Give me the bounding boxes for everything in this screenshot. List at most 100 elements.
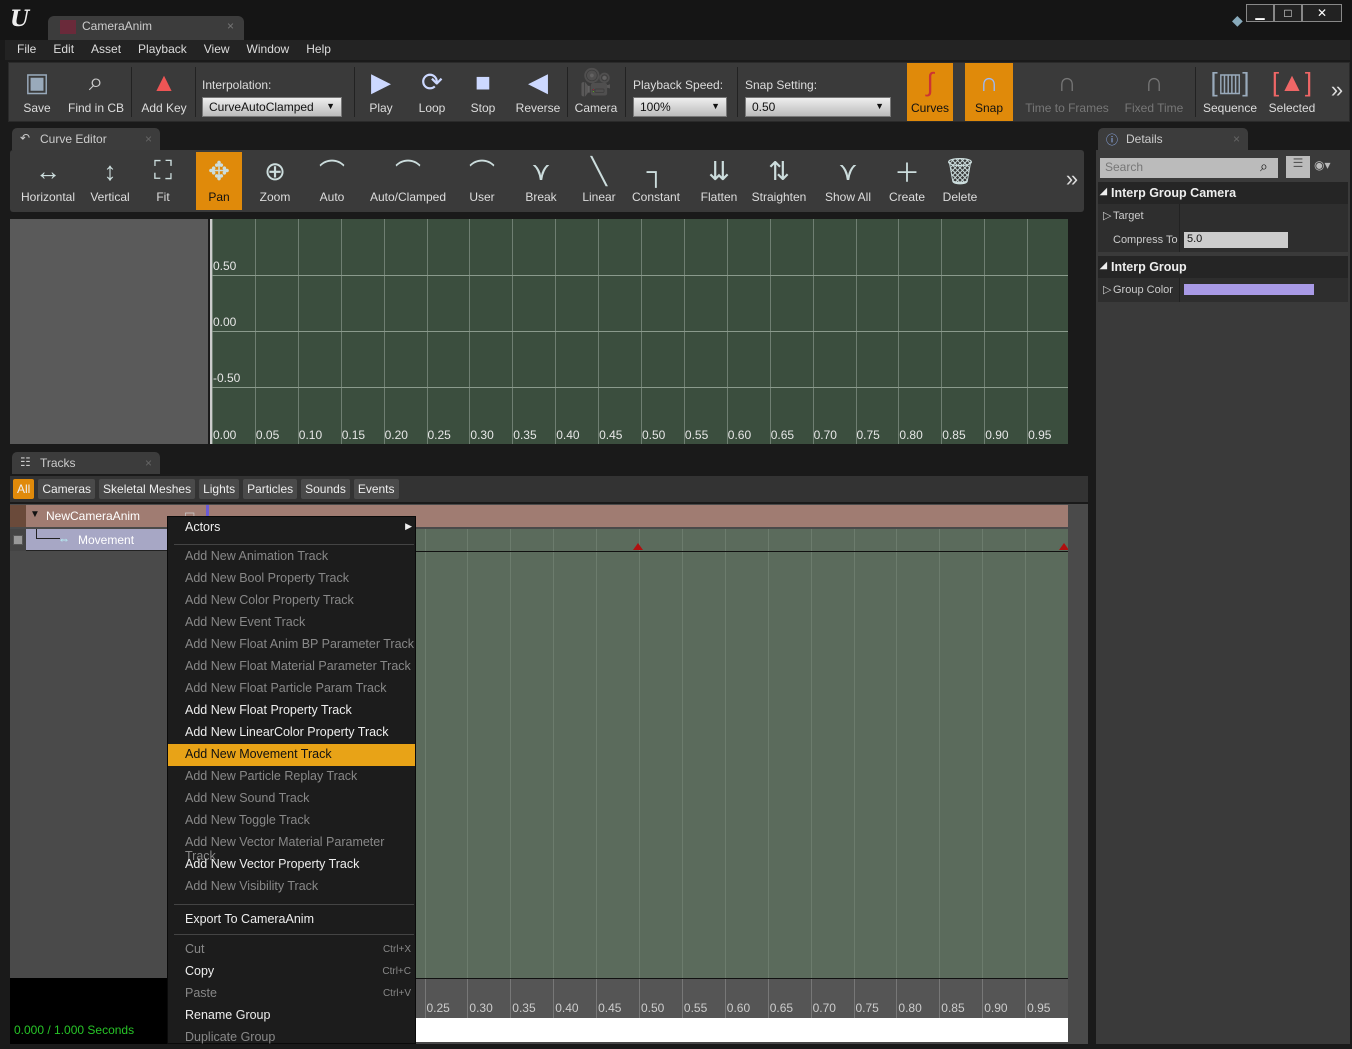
curve-toolbar-overflow[interactable]: » xyxy=(1062,166,1082,224)
tool-user[interactable]: ⌒ User xyxy=(462,152,502,210)
menu-item[interactable]: Add New Movement Track xyxy=(168,744,415,766)
menu-item[interactable]: Add New Animation Track xyxy=(168,546,415,568)
loop-button[interactable]: ⟳ Loop xyxy=(409,63,455,121)
snap-toggle[interactable]: ∩ Snap xyxy=(965,63,1013,121)
curve-graph[interactable]: 0.00 0.05 0.10 0.15 0.20 0.25 0.30 0.35 0.40 0.45… xyxy=(210,219,1068,444)
close-curve-editor-button[interactable]: × xyxy=(145,132,152,146)
playback-speed-dropdown[interactable]: 100% xyxy=(633,97,727,117)
filter-events[interactable]: Events xyxy=(353,479,399,499)
tool-fit[interactable]: ⛶ Fit xyxy=(146,152,180,210)
selected-button[interactable]: [▲] Selected xyxy=(1265,63,1319,121)
menu-item[interactable]: Add New Float Anim BP Parameter Track xyxy=(168,634,415,656)
tool-vertical[interactable]: ↕ Vertical xyxy=(88,152,132,210)
movement-track-row[interactable]: ⇔ Movement xyxy=(10,529,168,551)
section-interp-group-camera[interactable]: ◢ Interp Group Camera xyxy=(1098,182,1348,204)
tool-constant[interactable]: ┐ Constant xyxy=(628,152,684,210)
menu-edit[interactable]: Edit xyxy=(53,40,74,60)
add-key-button[interactable]: ▲ Add Key xyxy=(137,63,191,121)
save-button[interactable]: ▣ Save xyxy=(13,63,61,121)
document-tab[interactable]: CameraAnim × xyxy=(48,16,244,40)
expand-group-color-icon[interactable]: ▷ xyxy=(1103,283,1111,296)
camera-button[interactable]: 🎥 Camera xyxy=(571,63,621,121)
menu-item[interactable]: Add New Color Property Track xyxy=(168,590,415,612)
menu-item[interactable]: Add New Sound Track xyxy=(168,788,415,810)
tool-zoom[interactable]: ⊕ Zoom xyxy=(254,152,296,210)
view-options-icon[interactable]: ☰ xyxy=(1286,156,1310,178)
menu-item-duplicate-group[interactable]: Duplicate Group xyxy=(168,1027,415,1049)
menu-file[interactable]: File xyxy=(17,40,36,60)
menu-item[interactable]: Add New Toggle Track xyxy=(168,810,415,832)
interpolation-dropdown[interactable]: CurveAutoClamped xyxy=(202,97,342,117)
maximize-button[interactable]: □ xyxy=(1274,4,1302,22)
tool-break[interactable]: ⋎ Break xyxy=(518,152,564,210)
details-tab[interactable]: ⓘ Details × xyxy=(1098,128,1248,150)
menu-view[interactable]: View xyxy=(204,40,230,60)
filter-skeletal-meshes[interactable]: Skeletal Meshes xyxy=(99,479,196,499)
group-color-swatch[interactable] xyxy=(1184,284,1314,295)
timeline-scrollbar[interactable] xyxy=(416,1018,1068,1042)
tool-pan[interactable]: ✥ Pan xyxy=(196,152,242,210)
section-interp-group[interactable]: ◢ Interp Group xyxy=(1098,256,1348,278)
menu-item-paste[interactable]: Paste Ctrl+V xyxy=(168,983,415,1005)
menu-item-copy[interactable]: Copy Ctrl+C xyxy=(168,961,415,983)
menu-actors[interactable]: Actors ▶ xyxy=(168,517,415,539)
stop-button[interactable]: ■ Stop xyxy=(463,63,503,121)
toolbar-overflow-button[interactable]: » xyxy=(1327,77,1347,135)
fixed-time-button[interactable]: ∩ Fixed Time xyxy=(1121,63,1187,121)
filter-particles[interactable]: Particles xyxy=(243,479,298,499)
menu-item[interactable]: Add New Vector Material Parameter Track xyxy=(168,832,415,863)
minimize-button[interactable]: ▁ xyxy=(1246,4,1274,22)
filter-all[interactable]: All xyxy=(13,479,35,499)
close-details-button[interactable]: × xyxy=(1233,132,1240,146)
tool-auto-clamped[interactable]: ⌒ Auto/Clamped xyxy=(366,152,450,210)
menu-item[interactable]: Add New Event Track xyxy=(168,612,415,634)
menu-item[interactable]: Add New Vector Property Track xyxy=(168,854,415,876)
tool-show-all[interactable]: ⋎ Show All xyxy=(820,152,876,210)
menu-playback[interactable]: Playback xyxy=(138,40,187,60)
close-tab-button[interactable]: × xyxy=(227,19,234,33)
close-button[interactable]: ✕ xyxy=(1302,4,1342,22)
sequence-button[interactable]: [▥] Sequence xyxy=(1201,63,1259,121)
tool-flatten[interactable]: ⇊ Flatten xyxy=(698,152,740,210)
expand-target-icon[interactable]: ▷ xyxy=(1103,209,1111,222)
time-ruler[interactable]: 0.25 0.30 0.35 0.40 0.45 0.50 0.55 0.60 0.65 0.70… xyxy=(416,978,1068,1018)
menu-item[interactable]: Add New Float Material Parameter Track xyxy=(168,656,415,678)
tool-straighten[interactable]: ⇅ Straighten xyxy=(750,152,808,210)
curve-editor-tab[interactable]: ↶ Curve Editor × xyxy=(12,128,160,150)
filter-cameras[interactable]: Cameras xyxy=(38,479,96,499)
visibility-eye-icon[interactable]: ◉▾ xyxy=(1314,158,1331,172)
menu-item[interactable]: Add New Particle Replay Track xyxy=(168,766,415,788)
menu-item[interactable]: Add New Bool Property Track xyxy=(168,568,415,590)
tool-create[interactable]: ＋ Create xyxy=(886,152,928,210)
compress-to-input[interactable]: 5.0 xyxy=(1184,232,1288,248)
snap-setting-dropdown[interactable]: 0.50 xyxy=(745,97,891,117)
track-timeline[interactable] xyxy=(416,529,1068,978)
time-to-frames-button[interactable]: ∩ Time to Frames xyxy=(1023,63,1111,121)
menu-help[interactable]: Help xyxy=(306,40,331,60)
menu-item[interactable]: Add New Float Property Track xyxy=(168,700,415,722)
filter-sounds[interactable]: Sounds xyxy=(301,479,350,499)
tool-linear[interactable]: ╲ Linear xyxy=(576,152,622,210)
close-tracks-button[interactable]: × xyxy=(145,456,152,470)
tool-auto[interactable]: ⌒ Auto xyxy=(312,152,352,210)
source-control-icon[interactable]: ◆ xyxy=(1232,12,1243,29)
tracks-tab[interactable]: ☷ Tracks × xyxy=(12,452,160,474)
key-marker[interactable] xyxy=(633,543,643,550)
menu-export-to-cameraanim[interactable]: Export To CameraAnim xyxy=(168,909,415,931)
filter-lights[interactable]: Lights xyxy=(199,479,240,499)
menu-window[interactable]: Window xyxy=(247,40,290,60)
curves-toggle[interactable]: ∫ Curves xyxy=(907,63,953,121)
menu-item[interactable]: Add New LinearColor Property Track xyxy=(168,722,415,744)
details-search-input[interactable]: Search xyxy=(1100,158,1278,178)
menu-item[interactable]: Add New Visibility Track xyxy=(168,876,415,898)
tool-delete[interactable]: 🗑 Delete xyxy=(938,152,982,210)
menu-item-rename-group[interactable]: Rename Group xyxy=(168,1005,415,1027)
find-in-cb-button[interactable]: ⌕ Find in CB xyxy=(65,63,127,121)
collapse-arrow-icon[interactable]: ▼ xyxy=(30,509,40,520)
play-button[interactable]: ▶ Play xyxy=(361,63,401,121)
track-enable-checkbox[interactable] xyxy=(13,535,23,545)
end-marker[interactable] xyxy=(1059,543,1068,550)
reverse-button[interactable]: ◀ Reverse xyxy=(511,63,565,121)
tool-horizontal[interactable]: ↔ Horizontal xyxy=(18,152,78,210)
menu-item-cut[interactable]: Cut Ctrl+X xyxy=(168,939,415,961)
